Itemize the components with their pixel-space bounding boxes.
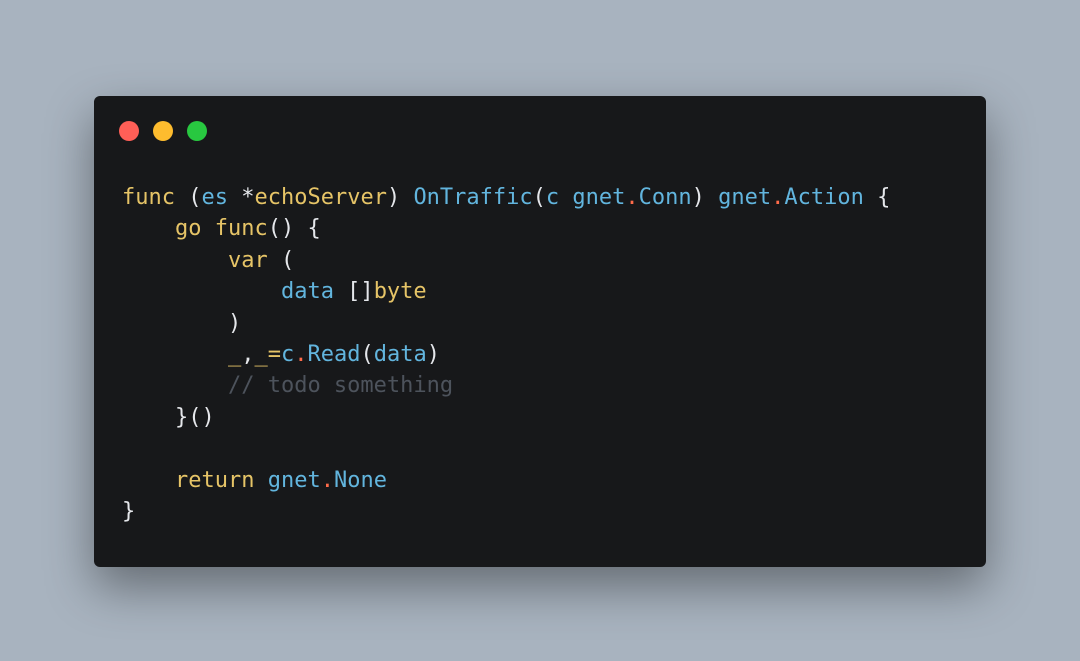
code-token: ) [386, 185, 414, 210]
code-token: c [280, 341, 295, 367]
code-token: ( [174, 185, 202, 210]
code-token: ) [426, 341, 440, 367]
code-line: func (es *echoServer) OnTraffic(c gnet.C… [122, 182, 890, 213]
code-token: ) [691, 185, 719, 210]
code-token: ) [227, 310, 242, 336]
code-line: } [122, 496, 890, 527]
code-token: * [227, 185, 255, 210]
code-line: return gnet.None [122, 465, 890, 496]
code-token: byte [373, 279, 427, 305]
code-token: . [294, 341, 308, 367]
code-line [122, 433, 890, 464]
code-token: . [320, 467, 334, 493]
code-line: _,_=c.Read(data) [122, 339, 890, 370]
code-token: = [267, 341, 281, 367]
code-token: echoServer [254, 185, 387, 210]
code-token: , [241, 341, 255, 367]
code-line: var ( [122, 245, 890, 276]
code-token: var [227, 247, 268, 273]
code-token: } [122, 498, 136, 524]
code-window: func (es *echoServer) OnTraffic(c gnet.C… [94, 96, 986, 567]
code-token: OnTraffic [413, 185, 533, 210]
code-token: gnet [718, 185, 772, 210]
code-token: . [625, 185, 639, 210]
code-line: data []byte [122, 276, 890, 307]
code-token: gnet [572, 185, 626, 210]
code-comment: // todo something [227, 373, 454, 399]
code-token: c [545, 185, 560, 210]
close-dot-icon[interactable] [119, 121, 139, 141]
code-token: go [174, 216, 202, 242]
code-blank [122, 436, 135, 461]
code-token: ( [267, 247, 295, 273]
code-token: None [333, 467, 387, 493]
code-token: func [214, 216, 268, 242]
code-token: ( [360, 341, 374, 367]
code-token: return [174, 467, 255, 493]
code-token: Conn [638, 185, 692, 210]
code-token: _ [254, 341, 268, 367]
code-line: ) [122, 308, 890, 339]
window-controls [119, 121, 207, 141]
code-token: func [122, 185, 175, 210]
code-token: }() [174, 404, 215, 430]
code-token: es [201, 185, 228, 210]
code-token: ( [532, 185, 546, 210]
code-token: Read [307, 341, 361, 367]
code-token: Action [784, 185, 864, 210]
code-token: () { [267, 216, 321, 242]
code-line: go func() { [122, 213, 890, 244]
code-token: data [280, 279, 334, 305]
code-line: }() [122, 402, 890, 433]
code-token: data [373, 341, 427, 367]
code-line: // todo something [122, 370, 890, 401]
maximize-dot-icon[interactable] [187, 121, 207, 141]
code-block: func (es *echoServer) OnTraffic(c gnet.C… [122, 182, 890, 527]
code-token: . [771, 185, 785, 210]
code-token: gnet [267, 467, 321, 493]
code-token: _ [227, 341, 242, 367]
minimize-dot-icon[interactable] [153, 121, 173, 141]
code-token: { [863, 185, 891, 210]
code-token: [] [333, 279, 374, 305]
